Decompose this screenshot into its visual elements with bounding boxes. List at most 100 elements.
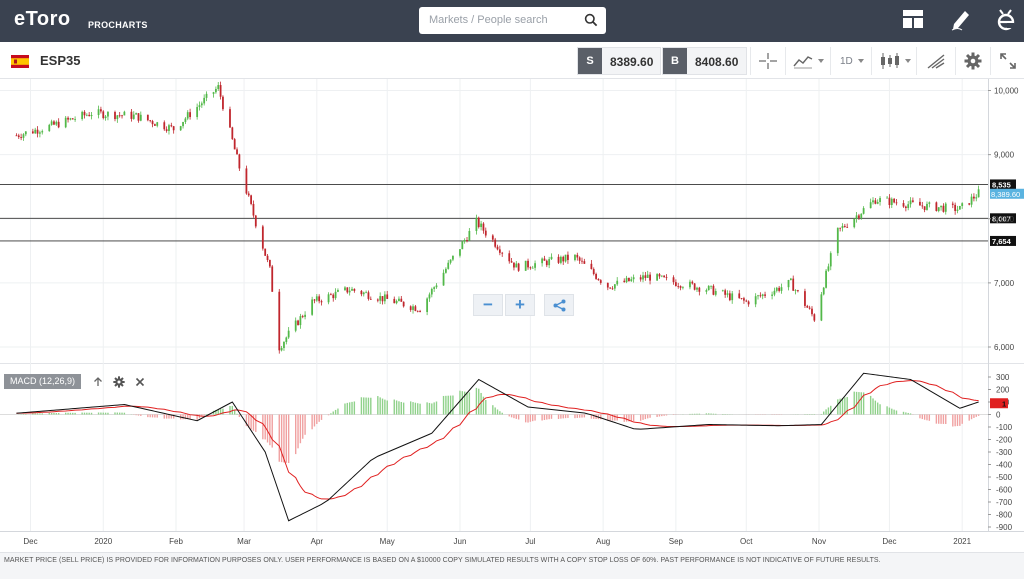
candle-body	[435, 285, 438, 288]
chart-type-button[interactable]	[785, 47, 829, 75]
candle-body	[426, 298, 429, 313]
timeframe-dropdown[interactable]: 1D	[830, 47, 870, 75]
candle-body	[628, 277, 630, 282]
macd-indicator-label[interactable]: MACD (12,26,9)	[4, 374, 82, 389]
instrument-name: ESP35	[40, 53, 81, 68]
candle-body	[268, 259, 271, 267]
candle-body	[956, 209, 959, 211]
candle-body	[940, 205, 942, 208]
candle-body	[278, 291, 281, 351]
candle-body	[346, 287, 349, 293]
candle-body	[724, 290, 727, 295]
search-input[interactable]: Markets / People search	[419, 7, 606, 34]
share-button[interactable]	[544, 294, 574, 316]
top-bar: eToro PROCHARTS Markets / People search	[0, 0, 1024, 42]
candle-body	[398, 298, 400, 301]
candle-body	[893, 198, 896, 203]
candle-body	[182, 121, 184, 127]
candle-body	[332, 294, 335, 299]
candle-body	[548, 259, 551, 266]
chart-toolbar: ESP35 S 8389.60 B 8408.60 1D	[0, 42, 1024, 79]
zoom-out-button[interactable]: −	[473, 294, 503, 316]
pencil-icon[interactable]	[950, 7, 972, 31]
candle-body	[376, 299, 379, 301]
candle-body	[926, 203, 928, 210]
candle-body	[170, 125, 173, 127]
macd-axis-label: 0	[996, 411, 1001, 420]
time-axis-label: Nov	[812, 537, 826, 546]
candle-body	[860, 213, 863, 218]
buy-price-box[interactable]: B 8408.60	[662, 47, 747, 75]
candle-body	[266, 255, 269, 260]
candle-body	[820, 294, 823, 321]
candle-body	[778, 287, 781, 291]
candle-body	[85, 114, 88, 116]
candle-body	[677, 286, 680, 287]
candle-body	[97, 109, 100, 116]
candle-body	[632, 277, 635, 280]
candle-body	[200, 103, 203, 106]
gear-icon[interactable]	[113, 376, 125, 388]
candle-body	[674, 282, 677, 287]
candle-body	[787, 280, 790, 288]
candle-body	[104, 116, 107, 119]
candle-body	[123, 111, 126, 116]
candle-body	[660, 275, 663, 277]
candle-body	[836, 227, 839, 254]
candle-body	[745, 300, 748, 302]
candle-body	[480, 223, 482, 228]
candle-body	[219, 85, 222, 97]
etoro-e-icon[interactable]	[996, 8, 1016, 32]
time-axis-label: Apr	[311, 537, 324, 546]
candle-body	[55, 121, 58, 125]
price-axis-label: 8,000	[994, 215, 1015, 224]
search-icon[interactable]	[584, 13, 598, 27]
fullscreen-button[interactable]	[990, 47, 1024, 75]
candle-body	[869, 202, 872, 209]
candle-body	[400, 298, 403, 302]
close-icon[interactable]	[135, 377, 145, 387]
drawing-tools-button[interactable]	[916, 47, 954, 75]
candle-body	[954, 204, 957, 211]
candle-body	[189, 112, 191, 118]
candle-body	[977, 189, 980, 198]
time-axis-label: Feb	[169, 537, 183, 546]
candle-body	[597, 278, 600, 281]
candle-body	[217, 85, 220, 89]
time-axis-label: Aug	[596, 537, 610, 546]
macd-axis-label: 200	[996, 386, 1010, 395]
candle-body	[574, 254, 576, 261]
candle-body	[876, 202, 879, 204]
candle-body	[576, 254, 579, 258]
candle-body	[379, 296, 382, 301]
candle-body	[592, 269, 595, 274]
candle-body	[31, 131, 34, 134]
candle-body	[973, 196, 975, 199]
candle-body	[970, 196, 973, 205]
candle-body	[386, 294, 389, 299]
candle-style-button[interactable]	[871, 47, 915, 75]
candle-body	[245, 168, 248, 194]
settings-button[interactable]	[955, 47, 989, 75]
candle-body	[599, 280, 602, 283]
candle-body	[613, 284, 616, 289]
candle-body	[271, 266, 274, 292]
arrow-up-icon[interactable]	[93, 377, 103, 387]
sell-price-box[interactable]: S 8389.60	[577, 47, 661, 75]
candle-body	[904, 206, 907, 209]
candle-body	[759, 295, 762, 297]
candle-body	[656, 274, 659, 281]
candle-body	[165, 129, 168, 131]
layout-icon[interactable]	[902, 9, 924, 29]
candle-body	[482, 223, 485, 231]
crosshair-button[interactable]	[750, 47, 784, 75]
etoro-logo[interactable]: eToro	[14, 8, 71, 31]
chart-area[interactable]: 8,535 8,007 7,654 8,389.60 Dec 2020 Feb Mar Apr…	[0, 79, 1024, 552]
macd-axis-label: -900	[996, 523, 1013, 532]
candle-body	[475, 217, 478, 231]
candle-body	[682, 287, 684, 289]
candle-body	[747, 301, 750, 305]
zoom-in-button[interactable]: +	[505, 294, 535, 316]
candle-body	[691, 281, 694, 284]
candle-body	[679, 286, 682, 288]
